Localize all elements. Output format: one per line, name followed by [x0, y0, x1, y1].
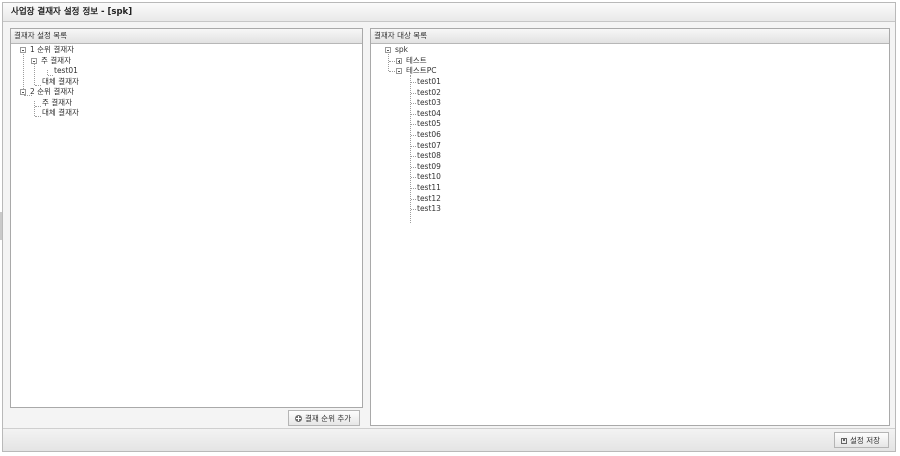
tree-node-user[interactable]: test05	[417, 119, 441, 129]
bottom-toolbar: 설정 저장	[3, 428, 895, 451]
collapse-icon[interactable]	[385, 47, 391, 53]
tree-node-rank1-main-user[interactable]: test01	[54, 66, 78, 76]
tree-connector	[411, 188, 416, 189]
tree-connector	[411, 113, 416, 115]
tree-connector	[48, 75, 53, 76]
add-approval-rank-button[interactable]: 결재 순위 추가	[288, 410, 361, 426]
add-icon	[295, 415, 302, 422]
tree-node-user[interactable]: test12	[417, 194, 441, 204]
settings-window: 사업장 결재자 설정 정보 - [spk] 결재자 설정 목록 1 순위 결재자…	[2, 2, 896, 452]
tree-node-user[interactable]: test10	[417, 172, 441, 182]
tree-connector	[411, 135, 416, 136]
tree-connector	[411, 156, 416, 158]
collapse-icon[interactable]	[31, 58, 37, 64]
tree-connector	[388, 54, 389, 71]
tree-connector	[35, 85, 41, 86]
tree-node-user[interactable]: test06	[417, 130, 441, 140]
save-settings-button[interactable]: 설정 저장	[834, 432, 889, 448]
window-title: 사업장 결재자 설정 정보 - [spk]	[3, 3, 895, 22]
tree-connector	[411, 198, 416, 200]
tree-node-user[interactable]: test11	[417, 183, 441, 193]
approver-target-panel: 결재자 대상 목록 spk 테스트 테스트PC test01 test02 test…	[370, 28, 890, 426]
tree-node-rank2-main[interactable]: 주 결재자	[42, 98, 72, 108]
tree-node-user[interactable]: test07	[417, 141, 441, 151]
tree-node-group-test[interactable]: 테스트	[406, 56, 427, 66]
tree-node-user[interactable]: test09	[417, 162, 441, 172]
tree-connector	[411, 103, 416, 105]
collapse-icon[interactable]	[396, 68, 402, 74]
save-icon	[841, 438, 848, 444]
add-approval-rank-label: 결재 순위 추가	[305, 414, 352, 423]
tree-node-user[interactable]: test04	[417, 109, 441, 119]
tree-connector	[34, 101, 35, 116]
tree-node-rank1-alt[interactable]: 대체 결재자	[42, 77, 79, 87]
collapse-icon[interactable]	[20, 47, 26, 53]
tree-node-user[interactable]: test01	[417, 77, 441, 87]
tree-connector	[411, 82, 416, 83]
tree-connector	[389, 61, 395, 62]
approver-target-header: 결재자 대상 목록	[371, 29, 889, 44]
tree-connector	[35, 116, 41, 117]
tree-node-rank1[interactable]: 1 순위 결재자	[30, 45, 74, 55]
tree-node-rank2[interactable]: 2 순위 결재자	[30, 87, 74, 97]
tree-connector	[411, 209, 416, 211]
approver-settings-panel: 결재자 설정 목록 1 순위 결재자 주 결재자 test01 대체 결재자 2…	[10, 28, 363, 408]
tree-node-user[interactable]: test08	[417, 151, 441, 161]
approver-settings-header: 결재자 설정 목록	[11, 29, 362, 44]
tree-connector	[411, 92, 416, 94]
tree-connector	[389, 71, 395, 72]
content-area: 결재자 설정 목록 1 순위 결재자 주 결재자 test01 대체 결재자 2…	[3, 22, 895, 429]
tree-connector	[411, 177, 416, 179]
tree-connector	[411, 166, 416, 168]
tree-connector	[411, 145, 416, 147]
tree-connector	[410, 75, 411, 223]
tree-node-rank1-main[interactable]: 주 결재자	[41, 56, 71, 66]
tree-node-user[interactable]: test02	[417, 88, 441, 98]
tree-connector	[35, 106, 41, 107]
expand-icon[interactable]	[396, 58, 402, 64]
tree-node-user[interactable]: test03	[417, 98, 441, 108]
tree-node-rank2-alt[interactable]: 대체 결재자	[42, 108, 79, 118]
tree-connector	[411, 124, 416, 126]
tree-node-user[interactable]: test13	[417, 204, 441, 214]
collapse-icon[interactable]	[20, 89, 26, 95]
tree-node-root[interactable]: spk	[395, 45, 408, 55]
tree-node-group-testpc[interactable]: 테스트PC	[406, 66, 436, 76]
save-settings-label: 설정 저장	[850, 436, 880, 445]
